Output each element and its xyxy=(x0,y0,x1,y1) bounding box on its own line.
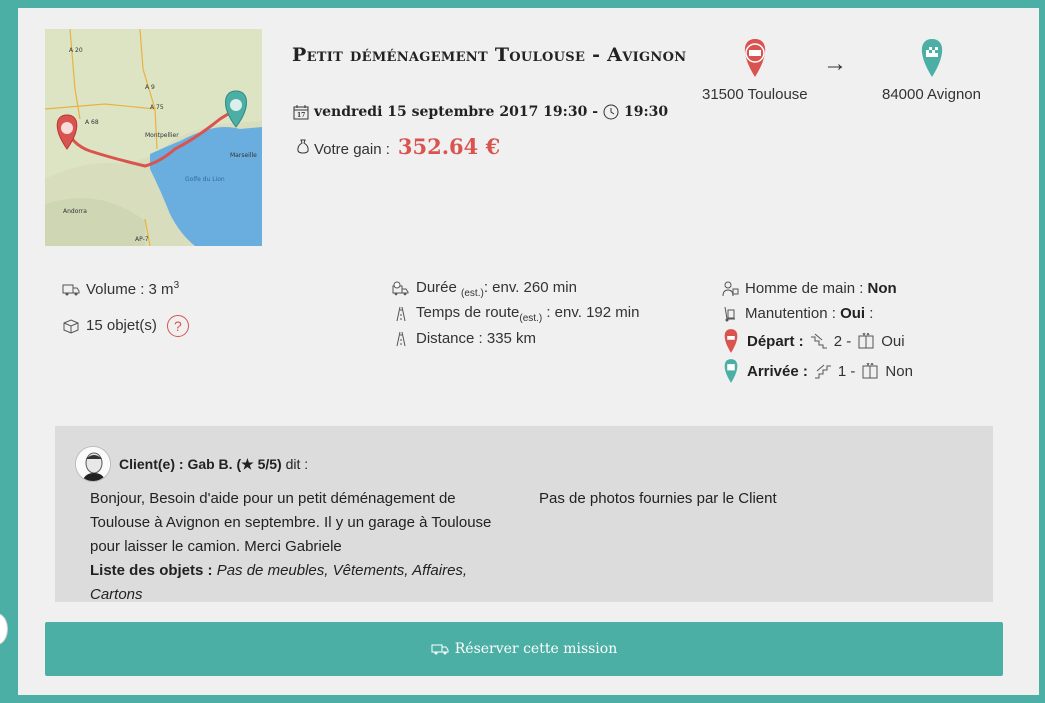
clock-icon xyxy=(603,104,619,120)
route-to-label: 84000 Avignon xyxy=(882,86,981,103)
volume-info: Volume : 3 m3 15 objet(s) ? xyxy=(62,276,189,338)
hand-truck-icon xyxy=(724,306,735,321)
box-icon xyxy=(63,318,79,334)
objects-count: 15 objet(s) xyxy=(86,317,157,334)
duration-sub: (est.) xyxy=(461,287,484,299)
depart-label: Départ : xyxy=(747,332,804,350)
money-bag-icon xyxy=(297,139,309,154)
avatar[interactable] xyxy=(75,446,111,482)
client-photos-note: Pas de photos fournies par le Client xyxy=(539,490,777,507)
depart-pin-icon xyxy=(744,39,765,77)
duration-info: Durée (est.): env. 260 min Temps de rout… xyxy=(392,276,639,351)
client-name: Client(e) : Gab B. ( xyxy=(119,456,242,472)
road-time-value: : env. 192 min xyxy=(546,303,640,321)
depart-floor: 2 - xyxy=(833,332,852,350)
road-icon xyxy=(396,306,406,321)
arrival-label: Arrivée : xyxy=(747,362,808,380)
route-map[interactable]: A 20 A 75 A 68 Montpellier Marseille Gol… xyxy=(45,29,262,246)
arrival-floor: 1 - xyxy=(837,362,856,380)
helper-value: Non xyxy=(867,280,897,297)
arrival-elevator: Non xyxy=(885,362,913,380)
elevator-icon xyxy=(862,363,878,379)
calendar-icon: 17 xyxy=(293,105,309,120)
map-label-andorra: Andorra xyxy=(63,208,87,215)
road-time-label: Temps de route xyxy=(416,303,520,321)
duration-label: Durée xyxy=(416,278,457,296)
reserve-mission-button[interactable]: Réserver cette mission xyxy=(45,622,1003,676)
client-message-panel: Client(e) : Gab B. (★ 5/5) dit : Bonjour… xyxy=(55,426,993,603)
handling-info: Homme de main : Non Manutention : Oui : … xyxy=(721,276,913,386)
mission-date-row: 17 vendredi 15 septembre 2017 19:30 - 19… xyxy=(292,104,668,120)
arrival-pin-icon xyxy=(921,39,942,77)
map-label-ap7: AP-7 xyxy=(135,236,149,243)
mission-gain: Votre gain : 352.64 € xyxy=(294,134,500,159)
star-icon: ★ xyxy=(241,456,258,472)
worker-icon xyxy=(722,281,739,296)
map-label-marseille: Marseille xyxy=(230,152,257,159)
truck-clock-icon xyxy=(392,281,409,295)
truck-icon xyxy=(431,644,449,655)
stairs-up-icon xyxy=(814,364,831,379)
volume-value: 3 m xyxy=(148,280,174,298)
arrival-small-pin-icon xyxy=(724,359,738,383)
distance-value: Distance : 335 km xyxy=(416,330,537,347)
map-label-a68: A 68 xyxy=(85,119,99,126)
client-rating: 5/5) xyxy=(257,456,282,472)
elevator-icon xyxy=(858,333,874,349)
map-label-montpellier: Montpellier xyxy=(145,132,179,139)
map-label-a9: A 9 xyxy=(145,84,155,91)
gain-amount: 352.64 € xyxy=(397,134,501,159)
client-message-text: Bonjour, Besoin d'aide pour un petit dém… xyxy=(90,490,492,555)
volume-unit-exponent: 3 xyxy=(173,279,180,291)
gain-label: Votre gain : xyxy=(314,141,390,158)
handling-label: Manutention : xyxy=(745,305,836,322)
client-header: Client(e) : Gab B. (★ 5/5) dit : xyxy=(119,456,308,473)
helper-label: Homme de main : xyxy=(745,280,864,297)
objects-list-label: Liste des objets : xyxy=(90,562,213,579)
truck-icon xyxy=(62,284,80,295)
duration-value: : env. 260 min xyxy=(483,278,577,296)
handling-suffix: : xyxy=(869,305,874,322)
route-arrow-icon: → xyxy=(823,50,847,77)
distance-icon xyxy=(396,331,406,346)
reserve-mission-label: Réserver cette mission xyxy=(454,641,618,657)
route-from: 31500 Toulouse xyxy=(702,38,808,103)
client-message: Bonjour, Besoin d'aide pour un petit dém… xyxy=(90,487,510,607)
objects-list: Liste des objets : Pas de meubles, Vêtem… xyxy=(90,559,510,607)
mission-title: Petit déménagement Toulouse - Avignon xyxy=(292,44,687,66)
road-time-sub: (est.) xyxy=(519,312,543,324)
objects-help-button[interactable]: ? xyxy=(166,314,189,337)
stairs-down-icon xyxy=(810,333,827,349)
map-label-a75: A 75 xyxy=(150,104,164,111)
side-scroll-handle[interactable] xyxy=(0,613,8,645)
route-from-label: 31500 Toulouse xyxy=(702,86,808,103)
svg-text:17: 17 xyxy=(297,112,305,119)
map-label-gulf: Golfe du Lion xyxy=(185,176,225,183)
volume-label: Volume : xyxy=(86,280,145,298)
client-says: dit : xyxy=(285,456,309,472)
handling-value: Oui xyxy=(840,305,866,322)
route-to: 84000 Avignon xyxy=(882,38,981,103)
mission-date: vendredi 15 septembre 2017 19:30 - xyxy=(314,104,598,120)
mission-time: 19:30 xyxy=(624,104,669,120)
depart-small-pin-icon xyxy=(724,329,738,353)
depart-elevator: Oui xyxy=(881,332,905,350)
mission-card: A 20 A 75 A 68 Montpellier Marseille Gol… xyxy=(18,8,1039,695)
map-label-a20: A 20 xyxy=(69,47,83,54)
